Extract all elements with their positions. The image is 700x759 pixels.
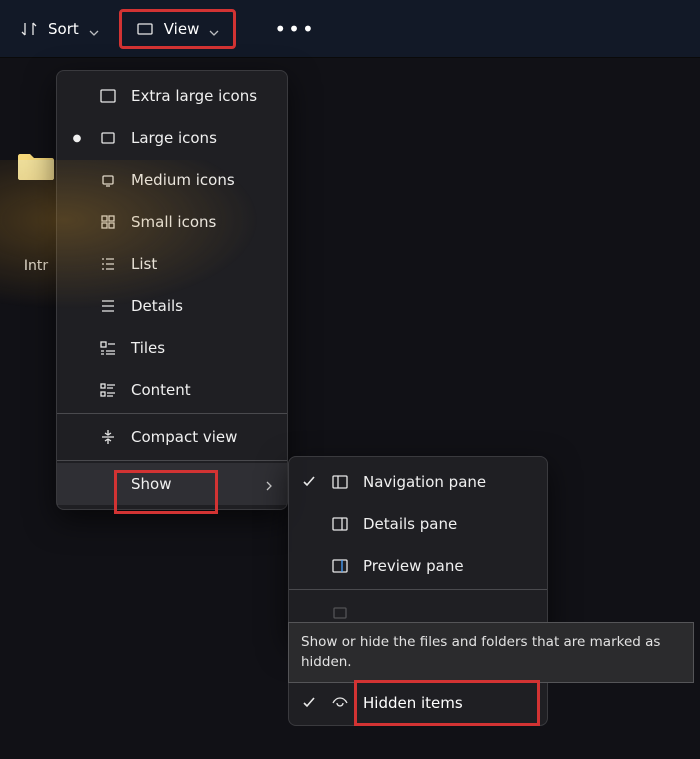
details-pane-icon bbox=[331, 515, 349, 533]
menu-item-label: Tiles bbox=[131, 339, 275, 357]
tiles-icon bbox=[99, 339, 117, 357]
check-icon bbox=[301, 475, 317, 489]
check-icon bbox=[301, 696, 317, 710]
menu-item-label: Hidden items bbox=[363, 694, 535, 712]
menu-item-tiles[interactable]: Tiles bbox=[57, 327, 287, 369]
medium-icons-icon bbox=[99, 171, 117, 189]
hidden-items-tooltip: Show or hide the files and folders that … bbox=[288, 622, 694, 683]
menu-item-label: Small icons bbox=[131, 213, 275, 231]
details-icon bbox=[99, 297, 117, 315]
menu-item-navigation-pane[interactable]: Navigation pane bbox=[289, 461, 547, 503]
hidden-items-icon bbox=[331, 694, 349, 712]
chevron-down-icon bbox=[209, 24, 219, 34]
menu-separator bbox=[57, 460, 287, 461]
menu-item-label: List bbox=[131, 255, 275, 273]
folder-icon bbox=[16, 150, 56, 182]
ellipsis-icon: ••• bbox=[274, 17, 315, 41]
menu-item-label: Large icons bbox=[131, 129, 275, 147]
chevron-right-icon bbox=[263, 478, 275, 490]
menu-item-details[interactable]: Details bbox=[57, 285, 287, 327]
menu-item-preview-pane[interactable]: Preview pane bbox=[289, 545, 547, 587]
blank-icon bbox=[99, 475, 117, 493]
menu-item-list[interactable]: List bbox=[57, 243, 287, 285]
menu-item-label: Medium icons bbox=[131, 171, 275, 189]
menu-item-details-pane[interactable]: Details pane bbox=[289, 503, 547, 545]
menu-item-label: Navigation pane bbox=[363, 473, 535, 491]
menu-item-extra-large-icons[interactable]: Extra large icons bbox=[57, 75, 287, 117]
view-button[interactable]: View bbox=[119, 9, 237, 49]
menu-item-hidden-items[interactable]: Hidden items bbox=[288, 680, 548, 726]
view-icon bbox=[136, 20, 154, 38]
extra-large-icons-icon bbox=[99, 87, 117, 105]
view-label: View bbox=[164, 20, 200, 38]
list-icon bbox=[99, 255, 117, 273]
menu-item-content[interactable]: Content bbox=[57, 369, 287, 411]
preview-pane-icon bbox=[331, 557, 349, 575]
menu-item-label: Compact view bbox=[131, 428, 275, 446]
menu-item-label: Preview pane bbox=[363, 557, 535, 575]
menu-item-label: Extra large icons bbox=[131, 87, 275, 105]
menu-item-medium-icons[interactable]: Medium icons bbox=[57, 159, 287, 201]
sort-icon bbox=[20, 20, 38, 38]
menu-item-compact-view[interactable]: Compact view bbox=[57, 416, 287, 458]
large-icons-icon bbox=[99, 129, 117, 147]
toolbar: Sort View ••• bbox=[0, 0, 700, 58]
more-button[interactable]: ••• bbox=[258, 9, 331, 49]
show-submenu: Navigation pane Details pane Preview pan… bbox=[288, 456, 548, 639]
menu-item-large-icons[interactable]: ● Large icons bbox=[57, 117, 287, 159]
sort-button[interactable]: Sort bbox=[6, 12, 113, 46]
compact-view-icon bbox=[99, 428, 117, 446]
selected-bullet: ● bbox=[69, 133, 85, 144]
menu-item-label: Show bbox=[131, 475, 249, 493]
menu-item-label: Details pane bbox=[363, 515, 535, 533]
content-icon bbox=[99, 381, 117, 399]
menu-item-small-icons[interactable]: Small icons bbox=[57, 201, 287, 243]
view-menu: Extra large icons ● Large icons Medium i… bbox=[56, 70, 288, 510]
sort-label: Sort bbox=[48, 20, 79, 38]
menu-item-label: Details bbox=[131, 297, 275, 315]
small-icons-icon bbox=[99, 213, 117, 231]
navigation-pane-icon bbox=[331, 473, 349, 491]
menu-item-label: Content bbox=[131, 381, 275, 399]
menu-separator bbox=[289, 589, 547, 590]
chevron-down-icon bbox=[89, 24, 99, 34]
menu-separator bbox=[57, 413, 287, 414]
unknown-icon bbox=[331, 604, 349, 622]
menu-item-show[interactable]: Show bbox=[57, 463, 287, 505]
